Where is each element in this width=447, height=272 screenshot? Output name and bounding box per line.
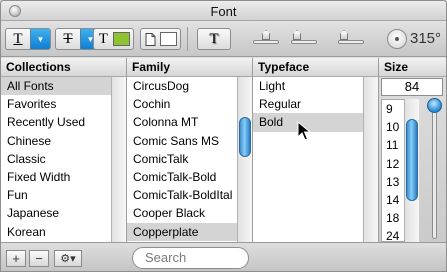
remove-collection-button[interactable]: −: [29, 250, 49, 267]
bottom-bar: + − ⚙▾ Search: [1, 242, 446, 271]
shadow-angle-value: 315°: [410, 30, 442, 47]
list-item[interactable]: Recently Used: [1, 113, 111, 131]
text-color-swatch: [112, 32, 130, 46]
document-color-swatch: [159, 32, 177, 46]
list-item[interactable]: Cooper Black: [127, 204, 237, 222]
slider-track: [338, 40, 364, 44]
shadow-offset-slider[interactable]: [338, 30, 364, 48]
slider-track: [291, 40, 317, 44]
list-item[interactable]: Regular: [253, 95, 363, 113]
size-field[interactable]: 84: [381, 78, 443, 96]
typeface-column: Typeface Light Regular Bold: [253, 58, 379, 242]
list-item[interactable]: Korean: [1, 223, 111, 241]
text-shadow-button[interactable]: T: [197, 28, 231, 50]
list-item[interactable]: Chinese: [1, 132, 111, 150]
typeface-header: Typeface: [253, 58, 378, 77]
slider-knob[interactable]: [262, 30, 270, 40]
typeface-scrollbar[interactable]: [363, 77, 378, 242]
slider-knob[interactable]: [293, 30, 301, 40]
add-collection-button[interactable]: +: [6, 250, 26, 267]
mouse-pointer-icon: [297, 121, 311, 141]
shadow-blur-slider[interactable]: [291, 30, 317, 48]
shadow-angle-dial[interactable]: [387, 29, 407, 49]
size-column: Size: [379, 58, 446, 78]
list-item[interactable]: Colonna MT: [127, 113, 237, 131]
size-slider-track[interactable]: [432, 109, 437, 239]
underline-icon: T: [13, 30, 23, 47]
list-item[interactable]: Favorites: [1, 95, 111, 113]
document-icon: [141, 29, 160, 49]
collections-scrollbar[interactable]: [111, 77, 126, 242]
text-color-button[interactable]: T: [93, 28, 134, 50]
scroll-thumb[interactable]: [406, 119, 418, 201]
strikethrough-icon: T: [63, 30, 73, 47]
size-header: Size: [379, 58, 446, 77]
list-item[interactable]: Copperplate: [127, 222, 237, 241]
list-item[interactable]: Fixed Width: [1, 168, 111, 186]
list-item[interactable]: CircusDog: [127, 77, 237, 95]
size-scrollbar[interactable]: [404, 99, 419, 242]
family-scrollbar[interactable]: [237, 77, 252, 242]
list-item[interactable]: All Fonts: [1, 77, 111, 96]
title-bar[interactable]: Font: [1, 1, 446, 21]
search-input[interactable]: Search: [132, 247, 249, 269]
slider-knob[interactable]: [340, 30, 348, 40]
slider-track: [253, 40, 279, 44]
family-column: Family CircusDog Cochin Colonna MT Comic…: [127, 58, 253, 242]
list-item[interactable]: ComicTalk-Bold: [127, 168, 237, 186]
list-item[interactable]: Fun: [1, 186, 111, 204]
text-color-icon: T: [98, 30, 108, 47]
typeface-list[interactable]: Light Regular Bold: [253, 77, 363, 242]
font-panel-window: Font T ▼ T ▼ T T 315° Collections All Fo…: [0, 0, 447, 272]
underline-popup[interactable]: T ▼: [5, 28, 51, 50]
list-item[interactable]: ComicTalk: [127, 150, 237, 168]
list-item[interactable]: Light: [253, 77, 363, 95]
list-item[interactable]: Cochin: [127, 95, 237, 113]
shadow-opacity-slider[interactable]: [253, 30, 279, 48]
size-slider-knob[interactable]: [427, 98, 442, 113]
window-title: Font: [210, 4, 237, 19]
chevron-down-icon: ▼: [30, 29, 50, 49]
list-item[interactable]: ComicTalk-BoldItal: [127, 186, 237, 204]
scroll-thumb[interactable]: [239, 117, 251, 157]
collections-column: Collections All Fonts Favorites Recently…: [1, 58, 127, 242]
close-button[interactable]: [9, 5, 21, 17]
list-item[interactable]: Japanese: [1, 204, 111, 222]
document-color-button[interactable]: [140, 28, 181, 50]
family-list[interactable]: CircusDog Cochin Colonna MT Comic Sans M…: [127, 77, 237, 242]
action-menu-button[interactable]: ⚙▾: [54, 250, 82, 267]
list-item[interactable]: Comic Sans MS: [127, 132, 237, 150]
collections-header: Collections: [1, 58, 126, 77]
text-shadow-icon: T: [209, 30, 219, 47]
family-header: Family: [127, 58, 252, 77]
toolbar: T ▼ T ▼ T T 315°: [1, 21, 446, 57]
toolbar-divider: [187, 27, 188, 51]
collections-list[interactable]: All Fonts Favorites Recently Used Chines…: [1, 77, 111, 242]
list-item[interactable]: Classic: [1, 150, 111, 168]
